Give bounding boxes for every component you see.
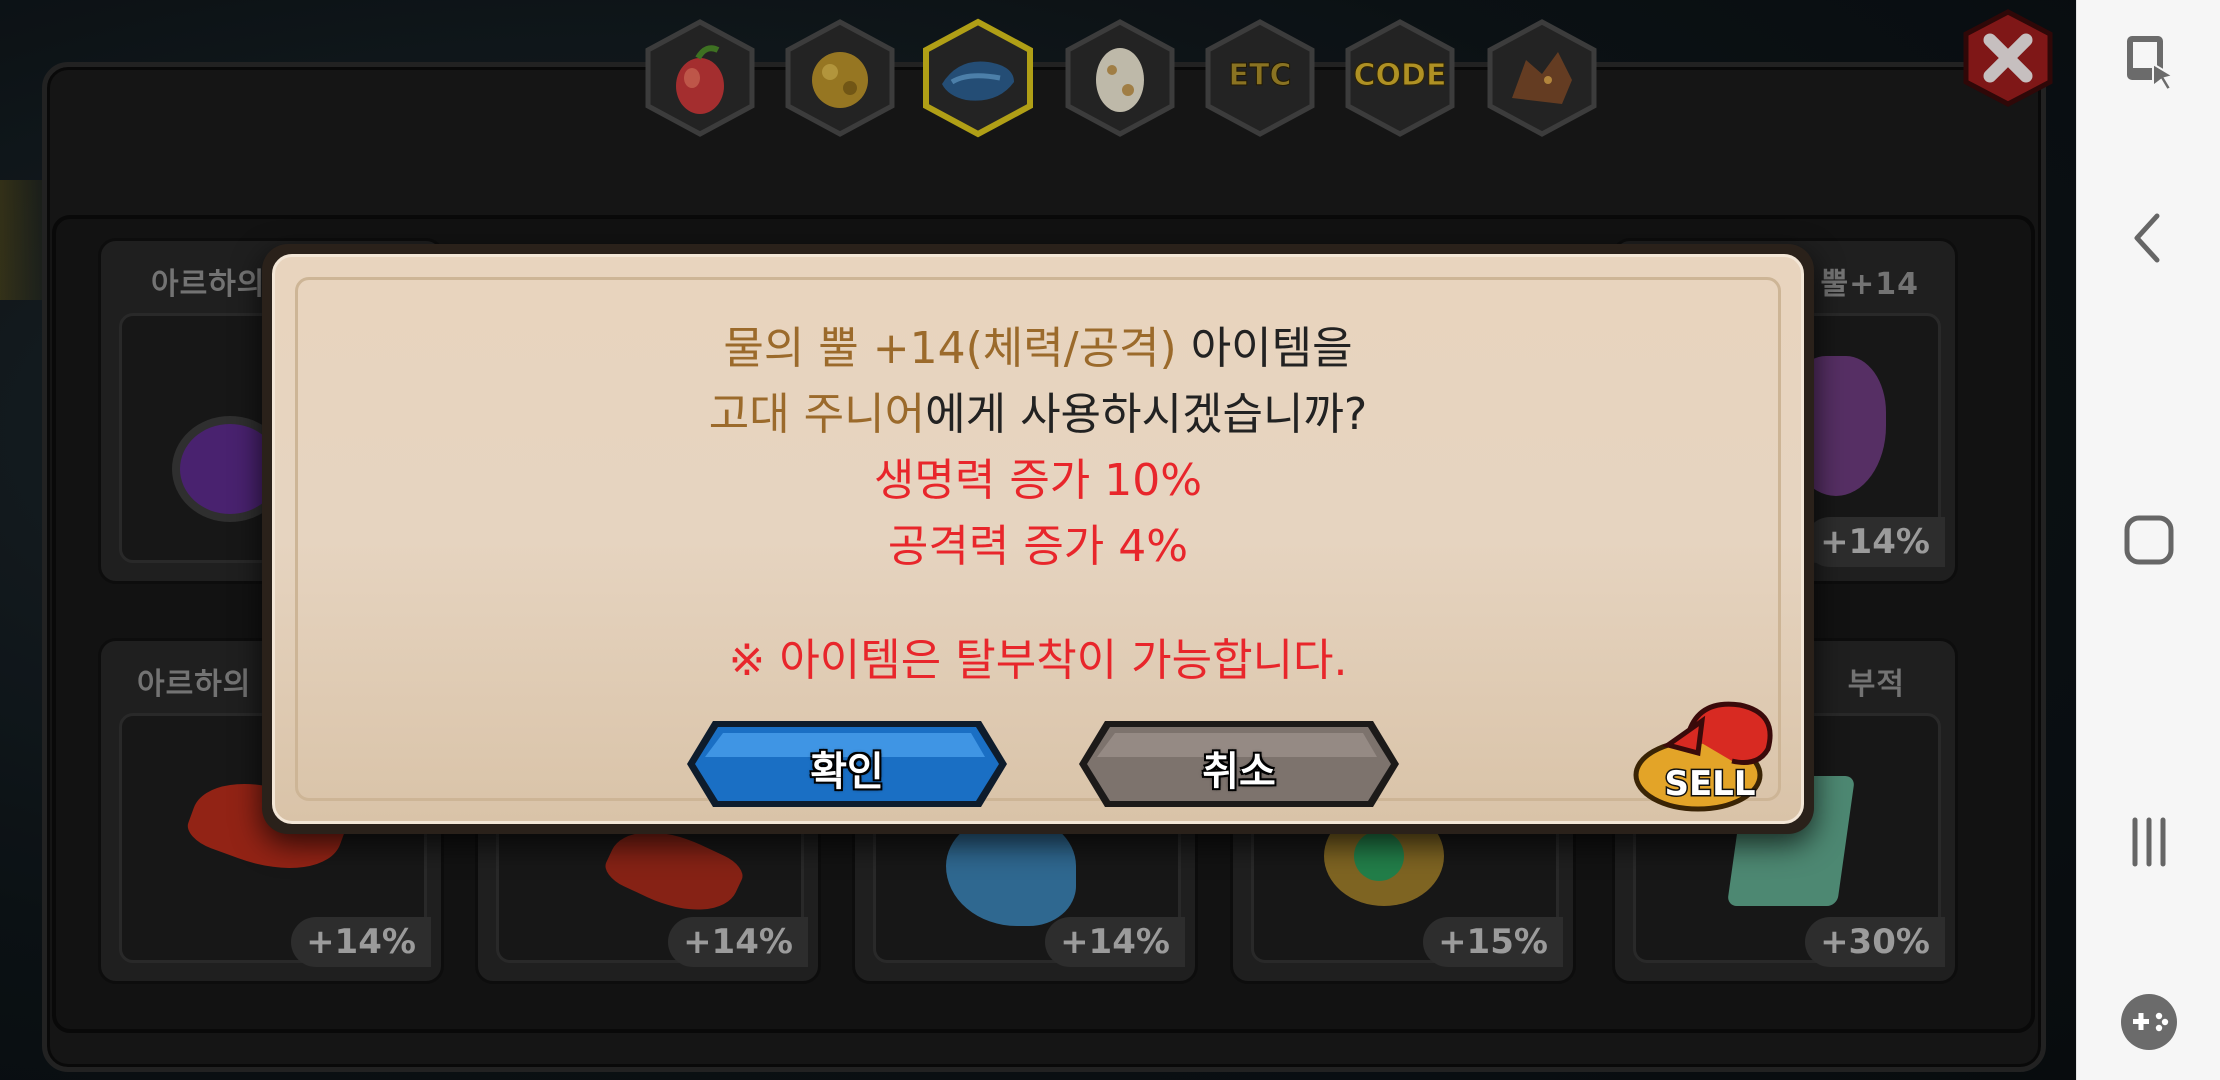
- confirm-label: 확인: [810, 749, 884, 795]
- cancel-button[interactable]: 취소: [1057, 717, 1421, 811]
- screen-pin-icon[interactable]: [2109, 22, 2189, 102]
- home-icon[interactable]: [2109, 500, 2189, 580]
- dialog-line-1: 물의 뿔 +14(체력/공격) 아이템을: [275, 319, 1801, 379]
- sell-label: SELL: [1664, 764, 1755, 804]
- sell-icon: SELL: [1633, 701, 1773, 812]
- target-name-highlight: 고대 주니어: [708, 389, 926, 440]
- game-tools-icon[interactable]: [2109, 982, 2189, 1062]
- game-screen: ETC CODE 아르하의 뿔+14 +14% 아르하의 +14% +14% +…: [0, 0, 2076, 1080]
- stat-attack-bonus: 공격력 증가 4%: [887, 521, 1189, 572]
- sell-button[interactable]: SELL: [1628, 695, 1788, 815]
- recents-icon[interactable]: [2109, 802, 2189, 882]
- dialog-text: 에게 사용하시겠습니까?: [925, 389, 1368, 440]
- item-name-highlight: 물의 뿔 +14(체력/공격): [723, 323, 1177, 374]
- system-nav-bar: [2076, 0, 2220, 1080]
- confirm-button[interactable]: 확인: [665, 717, 1029, 811]
- stat-health-bonus: 생명력 증가 10%: [873, 455, 1203, 506]
- dialog-line-2: 고대 주니어에게 사용하시겠습니까?: [275, 385, 1801, 445]
- confirm-dialog: 물의 뿔 +14(체력/공격) 아이템을 고대 주니어에게 사용하시겠습니까? …: [262, 244, 1814, 834]
- cancel-label: 취소: [1202, 749, 1276, 795]
- back-icon[interactable]: [2109, 198, 2189, 278]
- dialog-text: 아이템을: [1176, 323, 1353, 374]
- dialog-body: 물의 뿔 +14(체력/공격) 아이템을 고대 주니어에게 사용하시겠습니까? …: [272, 254, 1804, 824]
- detach-note: ※ 아이템은 탈부착이 가능합니다.: [728, 635, 1348, 686]
